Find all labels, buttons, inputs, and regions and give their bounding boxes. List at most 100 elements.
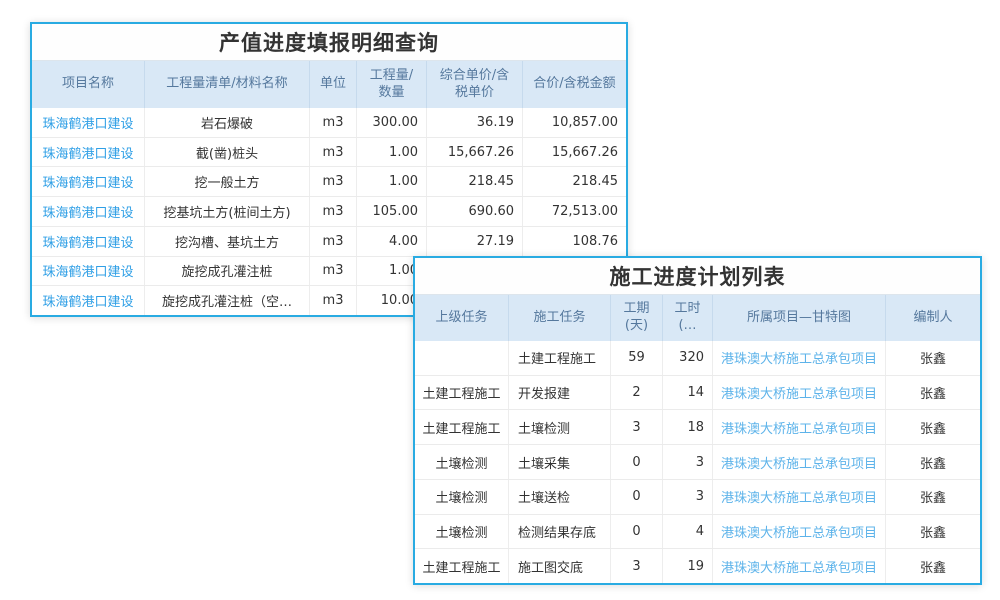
author: 张鑫 bbox=[886, 515, 980, 549]
project-name-link[interactable]: 珠海鹤港口建设 bbox=[42, 261, 133, 280]
table-row: 土建工程施工 施工图交底 3 19 港珠澳大桥施工总承包项目 张鑫 bbox=[415, 548, 980, 583]
parent-task: 土壤检测 bbox=[415, 480, 509, 514]
unit: m3 bbox=[310, 227, 357, 256]
project-gantt-link[interactable]: 港珠澳大桥施工总承包项目 bbox=[721, 522, 877, 541]
author: 张鑫 bbox=[886, 480, 980, 514]
work-hours: 19 bbox=[663, 549, 713, 583]
col-header-quantity: 工程量/数量 bbox=[357, 61, 427, 108]
col-header-total-amount: 合价/含税金额 bbox=[523, 61, 626, 108]
table-row: 土建工程施工 土壤检测 3 18 港珠澳大桥施工总承包项目 张鑫 bbox=[415, 409, 980, 444]
col-header-construction-task: 施工任务 bbox=[509, 295, 611, 341]
unit: m3 bbox=[310, 138, 357, 167]
construction-schedule-table: 施工进度计划列表 上级任务 施工任务 工期(天) 工时(… 所属项目—甘特图 编… bbox=[413, 256, 982, 585]
project-gantt-link[interactable]: 港珠澳大桥施工总承包项目 bbox=[721, 383, 877, 402]
table-row: 珠海鹤港口建设 挖沟槽、基坑土方 m3 4.00 27.19 108.76 bbox=[32, 226, 626, 256]
parent-task bbox=[415, 341, 509, 375]
work-hours: 3 bbox=[663, 445, 713, 479]
project-name-link[interactable]: 珠海鹤港口建设 bbox=[42, 232, 133, 251]
col-header-duration-days: 工期(天) bbox=[611, 295, 663, 341]
project-gantt-link[interactable]: 港珠澳大桥施工总承包项目 bbox=[721, 348, 877, 367]
duration-days: 2 bbox=[611, 376, 663, 410]
author: 张鑫 bbox=[886, 376, 980, 410]
author: 张鑫 bbox=[886, 549, 980, 583]
table-row: 土壤检测 检测结果存底 0 4 港珠澳大桥施工总承包项目 张鑫 bbox=[415, 514, 980, 549]
col-header-project-gantt: 所属项目—甘特图 bbox=[713, 295, 886, 341]
construction-task: 土壤检测 bbox=[509, 410, 611, 444]
table-row: 珠海鹤港口建设 岩石爆破 m3 300.00 36.19 10,857.00 bbox=[32, 108, 626, 137]
material-name: 岩石爆破 bbox=[145, 108, 310, 137]
unit-price: 15,667.26 bbox=[427, 138, 523, 167]
project-name-link[interactable]: 珠海鹤港口建设 bbox=[42, 172, 133, 191]
project-name-link[interactable]: 珠海鹤港口建设 bbox=[42, 113, 133, 132]
project-name-link[interactable]: 珠海鹤港口建设 bbox=[42, 143, 133, 162]
quantity: 1.00 bbox=[357, 167, 427, 196]
material-name: 旋挖成孔灌注桩（空… bbox=[145, 286, 310, 315]
quantity: 4.00 bbox=[357, 227, 427, 256]
total-amount: 15,667.26 bbox=[523, 138, 626, 167]
material-name: 旋挖成孔灌注桩 bbox=[145, 257, 310, 286]
unit-price: 27.19 bbox=[427, 227, 523, 256]
duration-days: 59 bbox=[611, 341, 663, 375]
work-hours: 320 bbox=[663, 341, 713, 375]
quantity: 300.00 bbox=[357, 108, 427, 137]
unit: m3 bbox=[310, 197, 357, 226]
project-gantt-link[interactable]: 港珠澳大桥施工总承包项目 bbox=[721, 487, 877, 506]
unit: m3 bbox=[310, 167, 357, 196]
total-amount: 108.76 bbox=[523, 227, 626, 256]
project-gantt-link[interactable]: 港珠澳大桥施工总承包项目 bbox=[721, 453, 877, 472]
project-name-link[interactable]: 珠海鹤港口建设 bbox=[42, 291, 133, 310]
work-hours: 4 bbox=[663, 515, 713, 549]
table-row: 珠海鹤港口建设 截(凿)桩头 m3 1.00 15,667.26 15,667.… bbox=[32, 137, 626, 167]
table1-title: 产值进度填报明细查询 bbox=[32, 24, 626, 60]
table2-title: 施工进度计划列表 bbox=[415, 258, 980, 294]
project-gantt-link[interactable]: 港珠澳大桥施工总承包项目 bbox=[721, 557, 877, 576]
col-header-author: 编制人 bbox=[886, 295, 980, 341]
author: 张鑫 bbox=[886, 341, 980, 375]
table-row: 土建工程施工 开发报建 2 14 港珠澳大桥施工总承包项目 张鑫 bbox=[415, 375, 980, 410]
parent-task: 土壤检测 bbox=[415, 515, 509, 549]
duration-days: 0 bbox=[611, 515, 663, 549]
project-gantt-link[interactable]: 港珠澳大桥施工总承包项目 bbox=[721, 418, 877, 437]
duration-days: 0 bbox=[611, 445, 663, 479]
construction-task: 施工图交底 bbox=[509, 549, 611, 583]
quantity: 1.00 bbox=[357, 138, 427, 167]
table2-body: 土建工程施工 59 320 港珠澳大桥施工总承包项目 张鑫 土建工程施工 开发报… bbox=[415, 341, 980, 583]
work-hours: 18 bbox=[663, 410, 713, 444]
col-header-material-name: 工程量清单/材料名称 bbox=[145, 61, 310, 108]
quantity: 105.00 bbox=[357, 197, 427, 226]
table-row: 土建工程施工 59 320 港珠澳大桥施工总承包项目 张鑫 bbox=[415, 341, 980, 375]
total-amount: 10,857.00 bbox=[523, 108, 626, 137]
total-amount: 72,513.00 bbox=[523, 197, 626, 226]
table2-header-row: 上级任务 施工任务 工期(天) 工时(… 所属项目—甘特图 编制人 bbox=[415, 294, 980, 341]
material-name: 截(凿)桩头 bbox=[145, 138, 310, 167]
parent-task: 土壤检测 bbox=[415, 445, 509, 479]
construction-task: 土壤采集 bbox=[509, 445, 611, 479]
duration-days: 0 bbox=[611, 480, 663, 514]
unit: m3 bbox=[310, 286, 357, 315]
construction-task: 开发报建 bbox=[509, 376, 611, 410]
unit: m3 bbox=[310, 257, 357, 286]
col-header-unit: 单位 bbox=[310, 61, 357, 108]
material-name: 挖基坑土方(桩间土方) bbox=[145, 197, 310, 226]
col-header-work-hours: 工时(… bbox=[663, 295, 713, 341]
parent-task: 土建工程施工 bbox=[415, 549, 509, 583]
construction-task: 土壤送检 bbox=[509, 480, 611, 514]
unit-price: 36.19 bbox=[427, 108, 523, 137]
project-name-link[interactable]: 珠海鹤港口建设 bbox=[42, 202, 133, 221]
table-row: 珠海鹤港口建设 挖基坑土方(桩间土方) m3 105.00 690.60 72,… bbox=[32, 196, 626, 226]
author: 张鑫 bbox=[886, 445, 980, 479]
col-header-unit-price: 综合单价/含税单价 bbox=[427, 61, 523, 108]
author: 张鑫 bbox=[886, 410, 980, 444]
table-row: 土壤检测 土壤送检 0 3 港珠澳大桥施工总承包项目 张鑫 bbox=[415, 479, 980, 514]
col-header-project-name: 项目名称 bbox=[32, 61, 145, 108]
table-row: 珠海鹤港口建设 挖一般土方 m3 1.00 218.45 218.45 bbox=[32, 166, 626, 196]
parent-task: 土建工程施工 bbox=[415, 376, 509, 410]
col-header-parent-task: 上级任务 bbox=[415, 295, 509, 341]
duration-days: 3 bbox=[611, 410, 663, 444]
unit-price: 690.60 bbox=[427, 197, 523, 226]
work-hours: 14 bbox=[663, 376, 713, 410]
material-name: 挖沟槽、基坑土方 bbox=[145, 227, 310, 256]
unit-price: 218.45 bbox=[427, 167, 523, 196]
parent-task: 土建工程施工 bbox=[415, 410, 509, 444]
work-hours: 3 bbox=[663, 480, 713, 514]
